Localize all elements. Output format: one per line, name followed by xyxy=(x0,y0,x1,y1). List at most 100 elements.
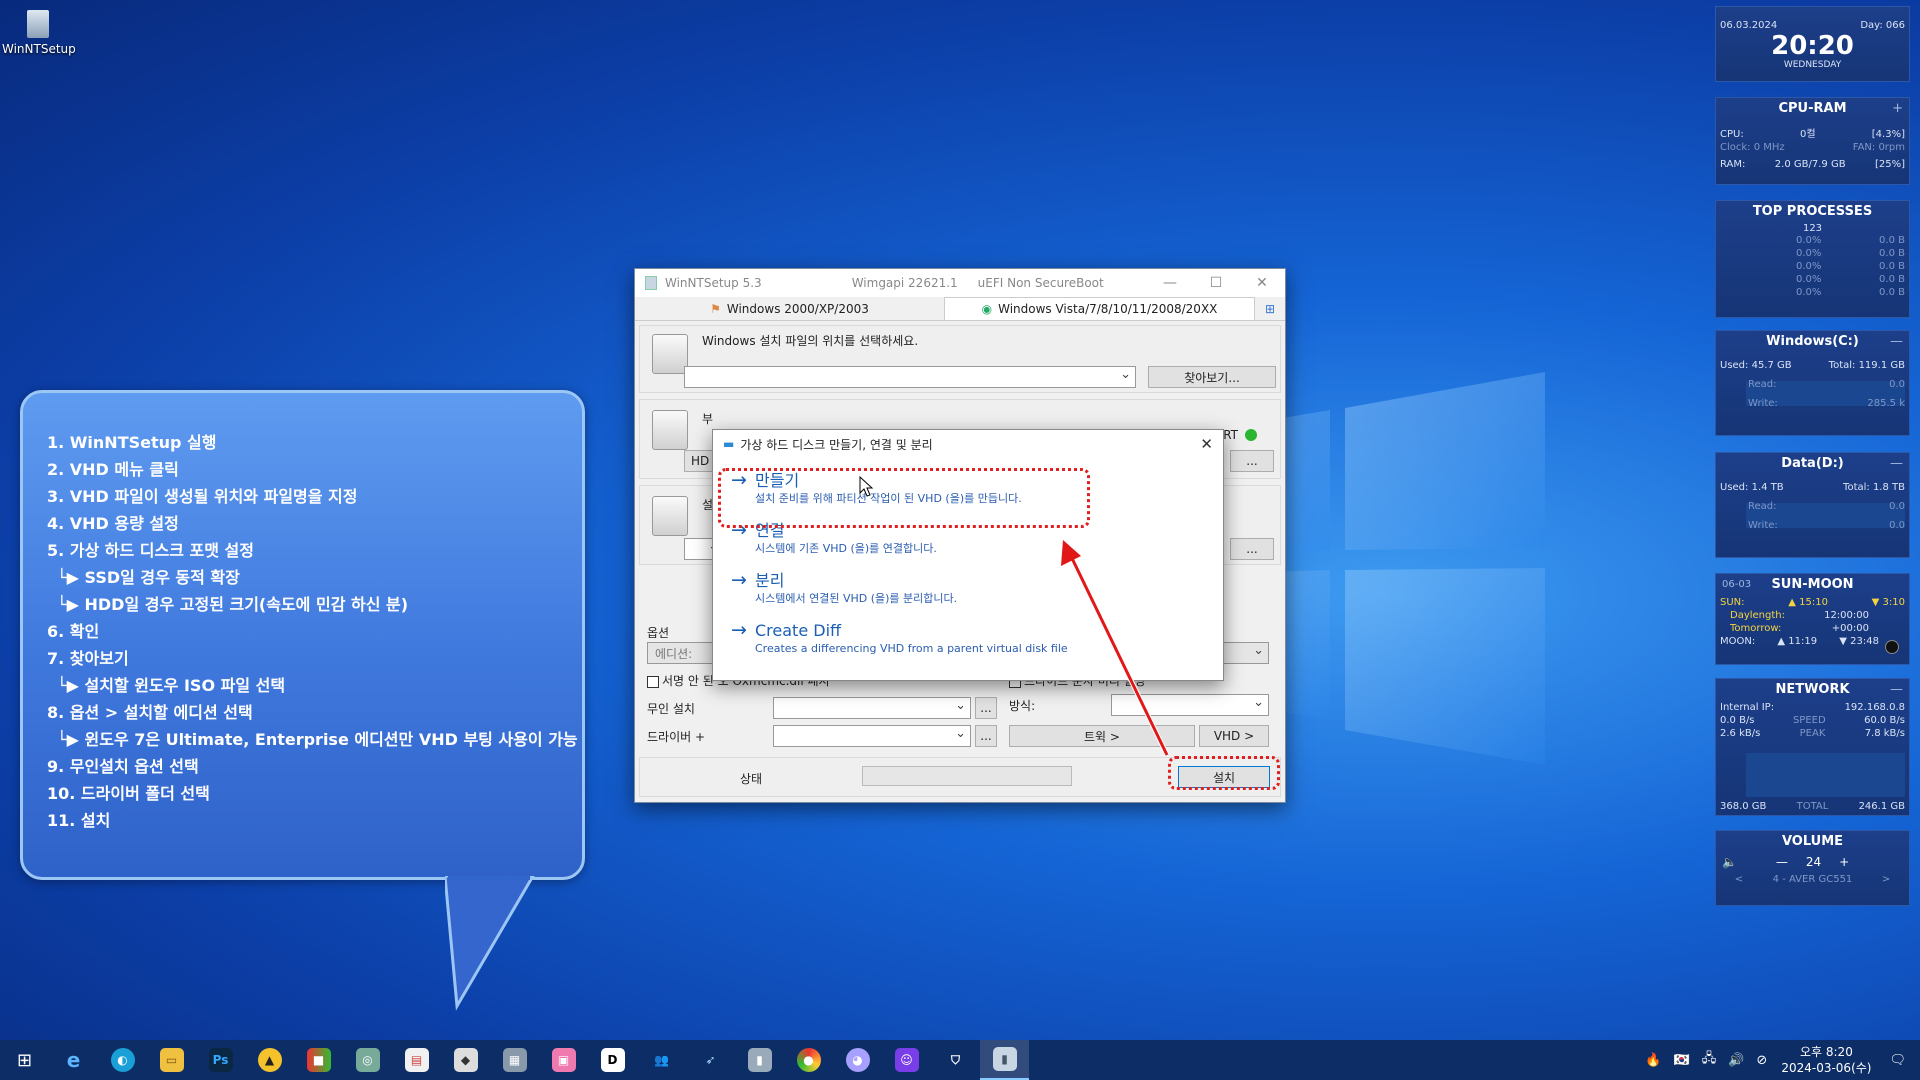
drive-icon xyxy=(652,496,688,536)
source-icon xyxy=(652,334,688,374)
users-app-icon[interactable]: 👥 xyxy=(637,1040,686,1080)
cpu-label: CPU: xyxy=(1720,129,1744,140)
active-window-icon[interactable]: ▮ xyxy=(980,1040,1029,1080)
cpu-percent: [4.3%] xyxy=(1871,129,1905,140)
cpu-name: 0컬 xyxy=(1799,129,1816,140)
edge-icon[interactable]: ◐ xyxy=(98,1040,147,1080)
triangle-app-icon[interactable]: ▲ xyxy=(245,1040,294,1080)
instruction-step: 5. 가상 하드 디스크 포맷 설정 xyxy=(47,541,254,560)
install-button-highlight xyxy=(1168,756,1280,790)
cpu-fan: FAN: 0rpm xyxy=(1852,142,1905,153)
source-path-combo[interactable] xyxy=(684,366,1136,388)
boot-more-button[interactable]: ... xyxy=(1230,450,1274,472)
collapse-icon[interactable]: — xyxy=(1890,453,1903,475)
volume-down-button[interactable]: — xyxy=(1776,855,1788,869)
dialog-close-button[interactable]: ✕ xyxy=(1200,435,1213,453)
next-device-icon[interactable]: > xyxy=(1882,873,1890,886)
process-row: 0.0% 0.0 B xyxy=(1716,286,1909,299)
speaker-icon: 🔈 xyxy=(1722,855,1737,869)
widget-title: Data(D:) xyxy=(1781,456,1844,471)
method-label: 방식: xyxy=(1009,699,1036,713)
checkbox[interactable] xyxy=(647,675,659,688)
unattend-combo[interactable] xyxy=(773,697,971,719)
instruction-step: 7. 찾아보기 xyxy=(47,649,129,668)
window-title: WinNTSetup 5.3 xyxy=(665,276,762,290)
volume-up-button[interactable]: + xyxy=(1839,855,1849,869)
rocket-app-icon[interactable]: ➶ xyxy=(686,1040,735,1080)
moonset: ▼ 23:48 xyxy=(1839,636,1879,647)
tab-vista[interactable]: ◉ Windows Vista/7/8/10/11/2008/20XX xyxy=(944,297,1255,320)
start-button[interactable]: ⊞ xyxy=(0,1040,49,1080)
instruction-step: └▶ 윈도우 7은 Ultimate, Enterprise 에디션만 VHD … xyxy=(57,730,578,749)
minimize-button[interactable]: — xyxy=(1147,269,1193,297)
blocked-icon[interactable]: ⊘ xyxy=(1756,1053,1767,1068)
clock-weekday: WEDNESDAY xyxy=(1783,60,1842,70)
instruction-step: 11. 설치 xyxy=(47,811,111,830)
network-app-icon[interactable]: ◎ xyxy=(343,1040,392,1080)
dialog-title-bar[interactable]: ▬ 가상 하드 디스크 만들기, 연결 및 분리 ✕ xyxy=(713,430,1223,458)
close-button[interactable]: ✕ xyxy=(1239,269,1285,297)
drivers-browse-button[interactable]: ... xyxy=(975,725,997,747)
d-app-icon[interactable]: D xyxy=(588,1040,637,1080)
purple-app-icon[interactable]: ☺ xyxy=(882,1040,931,1080)
maximize-button[interactable]: ☐ xyxy=(1193,269,1239,297)
volume-tray-icon[interactable]: 🔊 xyxy=(1728,1053,1744,1068)
instruction-step: 9. 무인설치 옵션 선택 xyxy=(47,757,199,776)
dialog-title: 가상 하드 디스크 만들기, 연결 및 분리 xyxy=(740,437,933,452)
unattend-browse-button[interactable]: ... xyxy=(975,697,997,719)
clock-widget: 06.03.2024 Day: 066 20:20 WEDNESDAY xyxy=(1715,6,1910,82)
boot-label-fragment: 부 xyxy=(702,412,714,426)
instruction-step: 6. 확인 xyxy=(47,622,100,641)
desktop-icon-label: WinNTSetup xyxy=(2,42,76,56)
install-more-button[interactable]: ... xyxy=(1230,538,1274,560)
vhd-button[interactable]: VHD > xyxy=(1199,725,1269,747)
app-icon xyxy=(645,276,657,290)
orb-app-icon[interactable]: ◕ xyxy=(833,1040,882,1080)
expand-icon[interactable]: + xyxy=(1892,98,1903,120)
disk-used: Used: 1.4 TB xyxy=(1720,482,1784,493)
collapse-icon[interactable]: — xyxy=(1890,679,1903,701)
taskbar-clock[interactable]: 오후 8:20 2024-03-06(수) xyxy=(1781,1044,1871,1076)
shield-app-icon[interactable]: ⛉ xyxy=(931,1040,980,1080)
chrome-icon[interactable]: ● xyxy=(784,1040,833,1080)
file-explorer-icon[interactable]: ▭ xyxy=(147,1040,196,1080)
peak-value: 7.8 kB/s xyxy=(1864,728,1905,739)
clock-time: 20:20 xyxy=(1771,31,1854,61)
pink-app-icon[interactable]: ▣ xyxy=(539,1040,588,1080)
desktop-icon-winntsetup[interactable]: WinNTSetup xyxy=(2,6,76,56)
network-tray-icon[interactable]: 🖧 xyxy=(1702,1049,1717,1071)
tab-xp[interactable]: ⚑ Windows 2000/XP/2003 xyxy=(635,297,944,320)
wimgapi-version: Wimgapi 22621.1 xyxy=(851,276,958,290)
daylength-label: Daylength: xyxy=(1730,610,1785,621)
document-app-icon[interactable]: ▤ xyxy=(392,1040,441,1080)
drivers-combo[interactable] xyxy=(773,725,971,747)
read-value: 0.0 xyxy=(1889,379,1905,390)
tomorrow-label: Tomorrow: xyxy=(1730,623,1782,634)
winntsetup-task-icon[interactable]: ▮ xyxy=(735,1040,784,1080)
daylength-value: 12:00:00 xyxy=(1824,610,1869,621)
diamond-app-icon[interactable]: ◆ xyxy=(441,1040,490,1080)
browse-button[interactable]: 찾아보기... xyxy=(1148,366,1276,388)
printer-app-icon[interactable]: ▦ xyxy=(490,1040,539,1080)
photoshop-icon[interactable]: Ps xyxy=(196,1040,245,1080)
moon-phase-icon xyxy=(1885,640,1899,654)
title-bar[interactable]: WinNTSetup 5.3 Wimgapi 22621.1 uEFI Non … xyxy=(635,269,1285,297)
speed-value: 60.0 B/s xyxy=(1864,715,1905,726)
collapse-icon[interactable]: — xyxy=(1890,331,1903,353)
process-row: 0.0% 0.0 B xyxy=(1716,260,1909,273)
sun-label: SUN: xyxy=(1720,597,1745,608)
colorful-app-icon[interactable]: ■ xyxy=(294,1040,343,1080)
prev-device-icon[interactable]: < xyxy=(1735,873,1743,886)
windows-orb-icon: ◉ xyxy=(981,302,993,316)
sunrise: ▲ 15:10 xyxy=(1788,597,1828,608)
widget-title: TOP PROCESSES xyxy=(1752,204,1873,219)
flame-icon[interactable]: 🔥 xyxy=(1645,1053,1661,1068)
korean-ime-icon[interactable]: 🇰🇷 xyxy=(1674,1053,1690,1068)
write-label: Write: xyxy=(1748,520,1778,531)
instruction-list: 1. WinNTSetup 실행 2. VHD 메뉴 클릭 3. VHD 파일이 생… xyxy=(47,429,578,834)
disk-icon: ▬ xyxy=(723,437,735,451)
clock-day: Day: 066 xyxy=(1860,20,1905,31)
notification-icon[interactable]: 🗨 xyxy=(1889,1053,1906,1068)
callout-tail xyxy=(445,876,535,1011)
internet-explorer-icon[interactable]: e xyxy=(49,1040,98,1080)
